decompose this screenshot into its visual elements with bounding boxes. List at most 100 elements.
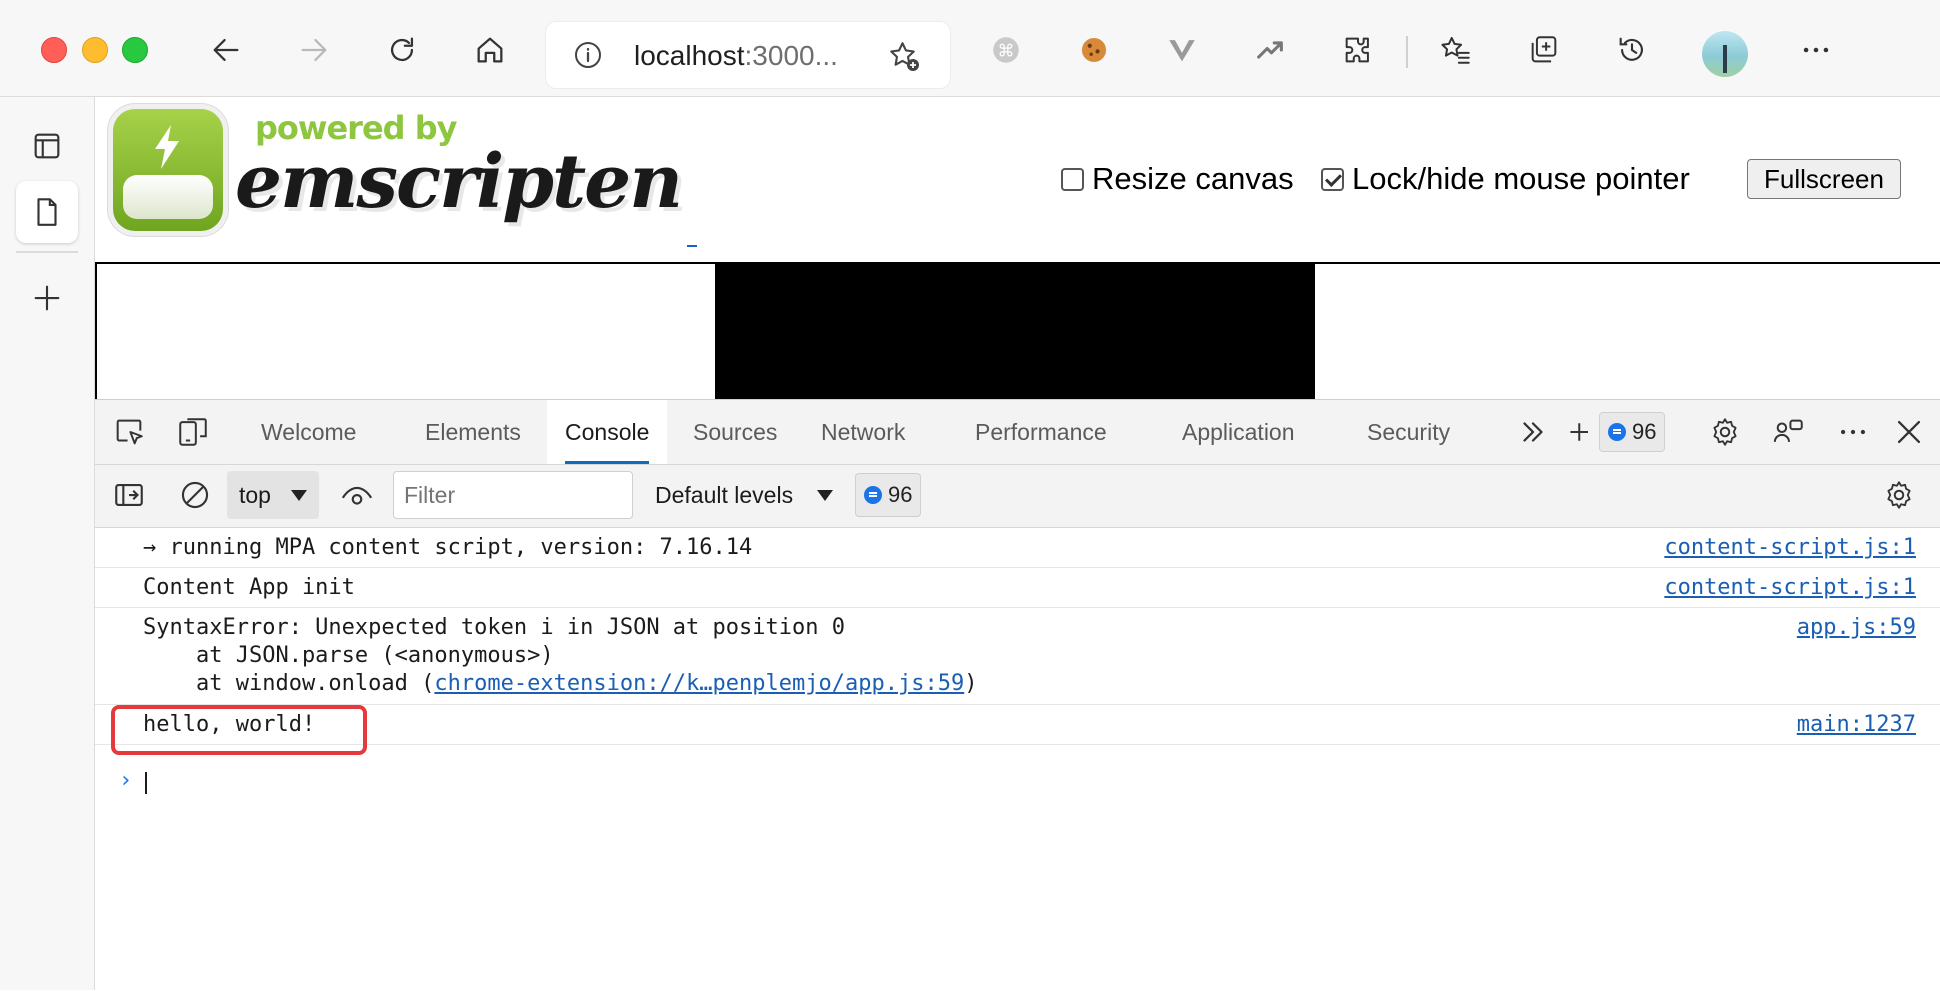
log-levels-dropdown[interactable]: Default levels <box>655 471 835 519</box>
add-tool-button[interactable] <box>1565 414 1591 450</box>
log-levels-label: Default levels <box>655 481 794 508</box>
favorites-icon <box>1441 36 1470 64</box>
trend-icon <box>1257 41 1283 59</box>
tab-welcome[interactable]: Welcome <box>243 400 374 464</box>
window-close-button[interactable] <box>41 37 67 63</box>
gear-icon <box>1887 481 1911 509</box>
clear-console-button[interactable] <box>177 477 213 513</box>
close-devtools-button[interactable] <box>1891 414 1927 450</box>
inspect-element-button[interactable] <box>111 414 147 450</box>
message-source-link[interactable]: main:1237 <box>1797 711 1916 739</box>
page-link[interactable] <box>687 245 697 247</box>
context-value: top <box>239 481 271 508</box>
tab-application[interactable]: Application <box>1164 400 1313 464</box>
extension-command-button[interactable]: ⌘ <box>986 30 1026 70</box>
inspect-icon <box>116 419 143 445</box>
gear-icon <box>1713 418 1737 446</box>
browser-titlebar: localhost:3000... ⌘ <box>0 0 1940 97</box>
add-favorite-icon[interactable] <box>886 38 922 74</box>
lock-pointer-checkbox[interactable] <box>1321 167 1344 191</box>
stack-trace-link[interactable]: chrome-extension://k…penplemjo/app.js:59 <box>434 671 964 696</box>
forward-icon <box>301 38 327 62</box>
emscripten-canvas[interactable] <box>715 262 1315 399</box>
page-content: powered by emscripten Resize canvas Lock… <box>95 97 1940 399</box>
vertical-tabs-toggle[interactable] <box>16 115 78 177</box>
site-info-icon[interactable] <box>572 39 604 71</box>
message-text: Content App init <box>143 575 355 600</box>
console-message: → running MPA content script, version: 7… <box>95 528 1940 568</box>
live-expression-button[interactable] <box>339 477 375 513</box>
tab-network[interactable]: Network <box>803 400 923 464</box>
device-emulation-button[interactable] <box>175 414 211 450</box>
message-source-link[interactable]: content-script.js:1 <box>1664 534 1916 562</box>
extension-command-icon: ⌘ <box>993 37 1019 63</box>
resize-canvas-option[interactable]: Resize canvas <box>1061 161 1294 197</box>
extensions-button[interactable] <box>1338 30 1378 70</box>
sidebar-divider <box>16 251 78 253</box>
favorites-button[interactable] <box>1436 30 1476 70</box>
console-settings-button[interactable] <box>1881 477 1917 513</box>
issues-badge[interactable]: 96 <box>1599 412 1666 452</box>
fullscreen-button[interactable]: Fullscreen <box>1747 159 1901 199</box>
message-source-link[interactable]: app.js:59 <box>1797 614 1916 642</box>
customize-button[interactable] <box>1771 414 1807 450</box>
more-tabs-button[interactable] <box>1515 414 1551 450</box>
highlight-box <box>111 705 367 755</box>
tab-performance[interactable]: Performance <box>957 400 1125 464</box>
console-filter-input[interactable] <box>393 471 633 519</box>
chevron-down-icon <box>817 490 833 501</box>
double-chevron-icon <box>1523 422 1543 442</box>
home-button[interactable] <box>470 30 510 70</box>
collections-button[interactable] <box>1524 30 1564 70</box>
history-button[interactable] <box>1612 30 1652 70</box>
lock-pointer-option[interactable]: Lock/hide mouse pointer <box>1321 161 1690 197</box>
address-bar[interactable]: localhost:3000... <box>546 22 950 88</box>
refresh-button[interactable] <box>382 30 422 70</box>
vertical-tab-sidebar <box>0 97 95 990</box>
context-selector[interactable]: top <box>227 471 319 519</box>
resize-canvas-label: Resize canvas <box>1092 161 1294 196</box>
message-icon <box>1608 423 1626 441</box>
emscripten-logo-icon <box>113 109 223 231</box>
message-source-link[interactable]: content-script.js:1 <box>1664 574 1916 602</box>
clear-icon <box>181 481 209 509</box>
cookie-extension-button[interactable] <box>1074 30 1114 70</box>
window-minimize-button[interactable] <box>82 37 108 63</box>
profile-avatar[interactable] <box>1702 31 1748 77</box>
more-options-button[interactable] <box>1796 30 1836 70</box>
back-button[interactable] <box>206 30 246 70</box>
window-zoom-button[interactable] <box>122 37 148 63</box>
message-text: → running MPA content script, version: 7… <box>143 535 753 560</box>
svg-text:⌘: ⌘ <box>998 41 1015 61</box>
console-input-cursor[interactable] <box>145 772 147 794</box>
error-line-2: at JSON.parse (<anonymous>) <box>143 643 554 668</box>
message-count: 96 <box>888 482 913 507</box>
console-prompt-icon: › <box>119 768 133 793</box>
message-icon <box>864 486 882 504</box>
issues-count: 96 <box>1632 419 1657 444</box>
device-emulation-icon <box>179 418 207 446</box>
devtools-more-button[interactable] <box>1835 414 1871 450</box>
tab-console[interactable]: Console <box>547 400 668 464</box>
new-tab-button[interactable] <box>16 267 78 329</box>
devtools-tab-bar: Welcome Elements Console Sources Network… <box>95 400 1940 465</box>
tab-security[interactable]: Security <box>1349 400 1468 464</box>
forward-button[interactable] <box>294 30 334 70</box>
history-icon <box>1619 37 1643 61</box>
cookie-icon <box>1081 37 1107 63</box>
chevron-down-icon <box>291 490 307 501</box>
tab-elements[interactable]: Elements <box>407 400 539 464</box>
console-error-message: SyntaxError: Unexpected token i in JSON … <box>95 608 1940 705</box>
vue-devtools-button[interactable] <box>1162 30 1202 70</box>
tab-sources[interactable]: Sources <box>675 400 795 464</box>
trend-extension-button[interactable] <box>1250 30 1290 70</box>
url-text[interactable]: localhost:3000... <box>634 40 838 72</box>
error-line-3-prefix: at window.onload ( <box>143 671 435 696</box>
error-text: SyntaxError: Unexpected token i in JSON … <box>143 614 977 698</box>
show-sidebar-button[interactable] <box>111 477 147 513</box>
devtools-settings-button[interactable] <box>1707 414 1743 450</box>
message-count-badge[interactable]: 96 <box>855 473 922 517</box>
add-tab-icon <box>34 285 60 311</box>
sidebar-tab-active[interactable] <box>16 181 78 243</box>
resize-canvas-checkbox[interactable] <box>1061 167 1084 191</box>
